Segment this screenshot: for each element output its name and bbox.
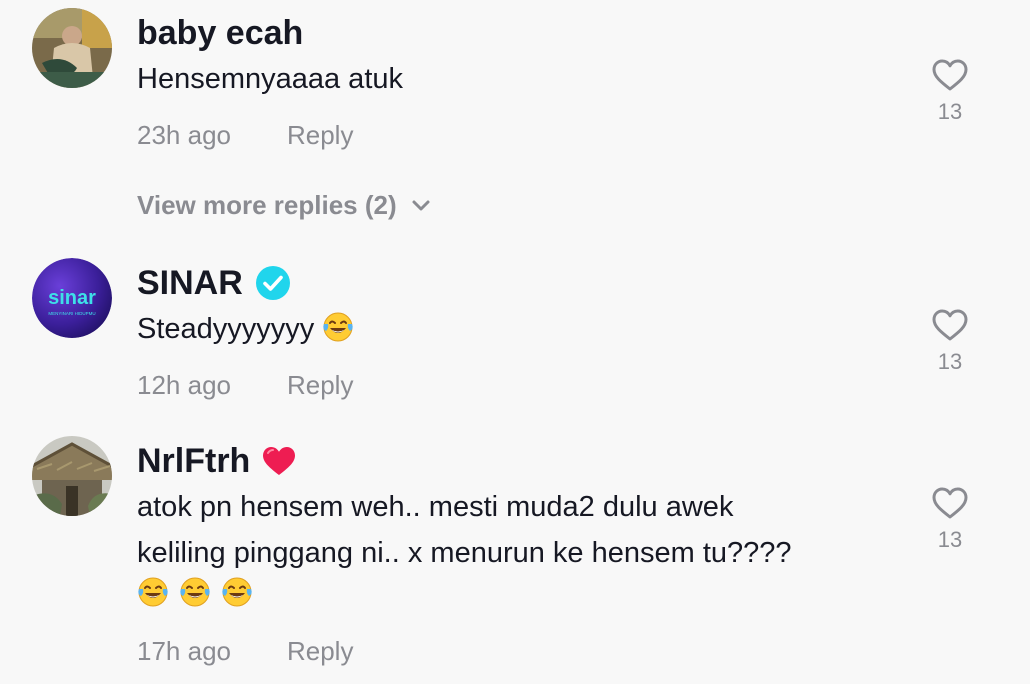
view-more-replies-label[interactable]: View more replies (2) — [137, 190, 397, 221]
comment-timestamp: 23h ago — [137, 120, 231, 150]
comment-timestamp: 17h ago — [137, 636, 231, 666]
comment-meta: 23h ago Reply — [137, 120, 353, 151]
comment-timestamp: 12h ago — [137, 370, 231, 400]
comment-text-content: Steadyyyyyyy — [137, 313, 315, 345]
sinar-tagline-text: MENYINARI HIDUPMU — [48, 311, 95, 316]
hut-photo-avatar-icon — [32, 436, 112, 516]
heart-outline-icon[interactable] — [931, 308, 969, 342]
comment-text: Hensemnyaaaa atuk — [137, 63, 403, 95]
comment-meta: 17h ago Reply — [137, 636, 353, 667]
comment-text-line-2: keliling pinggang ni.. x menurun ke hens… — [137, 537, 792, 569]
face-with-tears-of-joy-icon — [323, 312, 354, 342]
avatar[interactable]: sinar MENYINARI HIDUPMU — [32, 258, 112, 338]
avatar[interactable] — [32, 8, 112, 88]
like-count: 13 — [937, 527, 963, 552]
comment-text: Steadyyyyyyy — [137, 308, 354, 351]
like-button[interactable]: 13 — [924, 58, 976, 125]
comment-text-line-1: atok pn hensem weh.. mesti muda2 dulu aw… — [137, 491, 734, 523]
heart-outline-icon[interactable] — [931, 58, 969, 92]
sinar-logo-text: sinar — [48, 287, 96, 309]
face-with-tears-of-joy-icon — [222, 577, 252, 607]
like-button[interactable]: 13 — [924, 308, 976, 375]
sinar-logo-avatar-icon: sinar MENYINARI HIDUPMU — [32, 258, 112, 338]
reply-button[interactable]: Reply — [287, 636, 353, 667]
face-with-tears-of-joy-icon — [138, 577, 168, 607]
like-count: 13 — [937, 99, 963, 124]
username-text[interactable]: NrlFtrh — [137, 442, 250, 480]
heart-outline-icon[interactable] — [931, 486, 969, 520]
red-heart-icon — [263, 447, 296, 475]
avatar[interactable] — [32, 436, 112, 516]
comment-username[interactable]: baby ecah — [137, 14, 303, 52]
comment-meta: 12h ago Reply — [137, 370, 353, 401]
verified-badge-icon — [255, 266, 290, 300]
comment-username[interactable]: NrlFtrh — [137, 442, 296, 480]
chevron-down-icon[interactable] — [411, 199, 431, 213]
face-with-tears-of-joy-icon — [180, 577, 210, 607]
like-count: 13 — [937, 349, 963, 374]
comment-username[interactable]: SINAR — [137, 264, 291, 302]
comment-text-emojis — [137, 576, 253, 608]
reply-button[interactable]: Reply — [287, 370, 353, 401]
username-text[interactable]: baby ecah — [137, 14, 303, 52]
like-button[interactable]: 13 — [924, 486, 976, 553]
reply-button[interactable]: Reply — [287, 120, 353, 151]
view-more-replies-button[interactable]: View more replies (2) — [137, 190, 431, 221]
username-text[interactable]: SINAR — [137, 264, 243, 302]
user-photo-avatar-icon — [32, 8, 112, 88]
